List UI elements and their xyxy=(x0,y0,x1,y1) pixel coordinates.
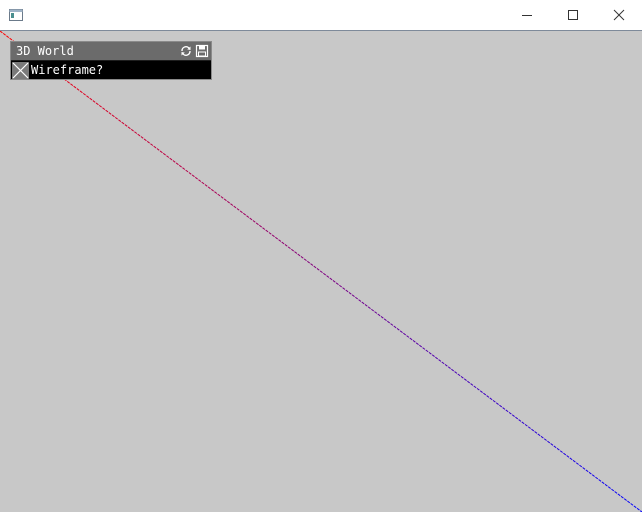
maximize-button[interactable] xyxy=(550,0,596,30)
minimize-button[interactable] xyxy=(504,0,550,30)
gui-panel: 3D World Wireframe? xyxy=(10,41,212,80)
wireframe-toggle-row[interactable]: Wireframe? xyxy=(11,61,211,79)
save-icon[interactable] xyxy=(195,44,209,58)
app-icon xyxy=(9,9,23,21)
wireframe-label: Wireframe? xyxy=(31,63,104,77)
maximize-icon xyxy=(568,10,578,20)
reload-icon[interactable] xyxy=(179,44,193,58)
gui-panel-header[interactable]: 3D World xyxy=(11,42,211,60)
close-button[interactable] xyxy=(596,0,642,30)
scene-canvas[interactable] xyxy=(0,31,642,512)
close-icon xyxy=(613,9,625,21)
app-window: 3D World Wireframe? xyxy=(0,0,642,512)
3d-viewport[interactable]: 3D World Wireframe? xyxy=(0,31,642,512)
wireframe-checkbox[interactable] xyxy=(12,62,29,79)
scene-diagonal-line xyxy=(0,31,642,512)
gui-panel-title: 3D World xyxy=(16,44,74,58)
window-titlebar[interactable] xyxy=(0,0,642,31)
minimize-icon xyxy=(522,15,532,16)
